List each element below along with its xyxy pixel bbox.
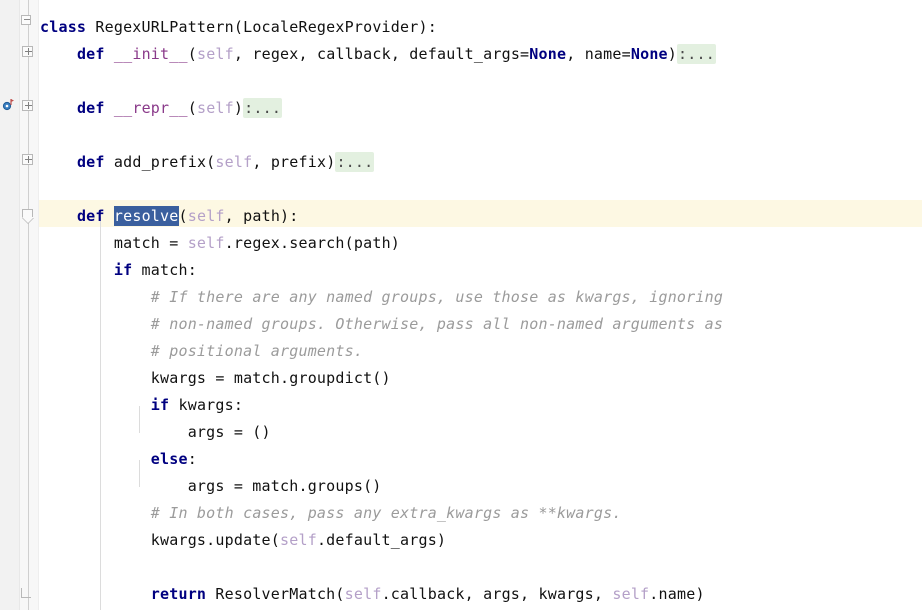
code-line-6[interactable]: def add_prefix(self, prefix):... [40, 149, 375, 176]
token-plain-8-0 [40, 207, 77, 225]
implementing-method-icon[interactable] [2, 97, 16, 111]
token-plain-4-2 [105, 99, 114, 117]
code-line-15[interactable]: if kwargs: [40, 392, 243, 419]
token-plain-6-4: , prefix) [252, 153, 336, 171]
token-fold-2-11[interactable]: :... [677, 44, 716, 64]
token-plain-15-0 [40, 396, 151, 414]
token-self-8-5: self [187, 207, 225, 225]
token-self-2-5: self [196, 45, 234, 63]
code-line-20[interactable]: kwargs.update(self.default_args) [40, 527, 446, 554]
token-sel-8-3[interactable]: resolve [113, 206, 179, 226]
token-kw-10-1: if [113, 261, 133, 279]
code-line-18[interactable]: args = match.groups() [40, 473, 382, 500]
code-line-9[interactable]: match = self.regex.search(path) [40, 230, 400, 257]
token-comment-11-1: # If there are any named groups, use tho… [150, 288, 724, 306]
code-line-1[interactable]: class RegexURLPattern(LocaleRegexProvide… [40, 14, 437, 41]
token-plain-20-0: kwargs.update( [40, 531, 280, 549]
token-fold-6-5[interactable]: :... [335, 152, 375, 172]
token-plain-22-0 [40, 585, 151, 603]
token-comment-13-1: # positional arguments. [150, 342, 364, 360]
code-line-10[interactable]: if match: [40, 257, 197, 284]
token-plain-10-0 [40, 261, 114, 279]
token-cls-1-1: RegexURLPattern [86, 18, 234, 36]
token-plain-10-2: match: [132, 261, 197, 279]
token-self-20-1: self [280, 531, 317, 549]
code-line-2[interactable]: def __init__(self, regex, callback, defa… [40, 41, 716, 68]
token-plain-19-0 [40, 504, 151, 522]
fold-marker-repr[interactable] [21, 99, 36, 114]
token-plain-22-6: .name) [649, 585, 705, 603]
code-line-13[interactable]: # positional arguments. [40, 338, 363, 365]
token-kw-2-7: None [529, 45, 567, 63]
fold-marker-add-prefix[interactable] [21, 153, 36, 168]
token-plain-20-2: .default_args) [316, 531, 447, 549]
token-plain-16-0: args = () [40, 423, 271, 441]
token-kw-1-0: class [40, 18, 87, 36]
token-magic-2-3: __init__ [113, 45, 188, 63]
token-comment-19-1: # In both cases, pass any extra_kwargs a… [150, 504, 622, 522]
token-kw-2-9: None [630, 45, 668, 63]
token-plain-8-6: , path): [224, 207, 299, 225]
code-line-17[interactable]: else: [40, 446, 197, 473]
token-plain-4-6: ) [233, 99, 244, 117]
token-plain-18-0: args = match.groups() [40, 477, 382, 495]
token-self-9-1: self [187, 234, 225, 252]
token-plain-9-2: .regex.search(path) [224, 234, 401, 252]
token-plain-11-0 [40, 288, 151, 306]
code-line-22[interactable]: return ResolverMatch(self.callback, args… [40, 581, 705, 608]
token-plain-15-2: kwargs: [169, 396, 244, 414]
token-plain-2-0 [40, 45, 77, 63]
token-kw-4-1: def [76, 99, 105, 117]
token-plain-6-0 [40, 153, 77, 171]
token-self-22-5: self [612, 585, 650, 603]
token-plain-1-2: (LocaleRegexProvider): [233, 18, 437, 36]
token-comment-12-1: # non-named groups. Otherwise, pass all … [150, 315, 724, 333]
fold-marker-init[interactable] [21, 45, 36, 60]
token-kw-15-1: if [150, 396, 170, 414]
token-plain-9-0: match = [40, 234, 188, 252]
token-plain-17-0 [40, 450, 151, 468]
token-plain-12-0 [40, 315, 151, 333]
token-self-4-5: self [196, 99, 234, 117]
code-line-16[interactable]: args = () [40, 419, 271, 446]
token-plain-2-10: ) [667, 45, 678, 63]
code-editor[interactable]: class RegexURLPattern(LocaleRegexProvide… [0, 0, 922, 610]
code-line-12[interactable]: # non-named groups. Otherwise, pass all … [40, 311, 723, 338]
code-line-14[interactable]: kwargs = match.groupdict() [40, 365, 391, 392]
code-line-8[interactable]: def resolve(self, path): [40, 203, 299, 230]
token-kw-2-1: def [76, 45, 105, 63]
token-plain-4-4: ( [187, 99, 197, 117]
token-plain-2-6: , regex, callback, default_args= [233, 45, 530, 63]
token-kw-6-1: def [76, 153, 105, 171]
token-self-6-3: self [215, 153, 253, 171]
token-kw-22-1: return [150, 585, 207, 603]
token-kw-17-1: else [150, 450, 188, 468]
code-line-19[interactable]: # In both cases, pass any extra_kwargs a… [40, 500, 622, 527]
fold-region-end-marker [21, 588, 34, 601]
token-fold-4-7[interactable]: :... [243, 98, 283, 118]
token-plain-4-0 [40, 99, 77, 117]
token-plain-22-2: ResolverMatch( [206, 585, 345, 603]
fold-marker-resolve[interactable] [21, 207, 36, 224]
token-magic-4-3: __repr__ [113, 99, 188, 117]
code-line-11[interactable]: # If there are any named groups, use tho… [40, 284, 723, 311]
token-plain-6-2: add_prefix( [104, 153, 216, 171]
code-line-4[interactable]: def __repr__(self):... [40, 95, 283, 122]
token-kw-8-1: def [76, 207, 105, 225]
token-plain-2-8: , name= [566, 45, 631, 63]
token-plain-13-0 [40, 342, 151, 360]
token-plain-2-2 [105, 45, 114, 63]
token-plain-14-0: kwargs = match.groupdict() [40, 369, 391, 387]
token-self-22-3: self [344, 585, 382, 603]
token-plain-22-4: .callback, args, kwargs, [381, 585, 613, 603]
token-plain-17-2: : [187, 450, 197, 468]
token-plain-2-4: ( [187, 45, 197, 63]
fold-marker-class[interactable] [21, 14, 34, 27]
token-plain-8-2 [105, 207, 114, 225]
token-plain-8-4: ( [178, 207, 188, 225]
code-text-layer[interactable]: class RegexURLPattern(LocaleRegexProvide… [0, 0, 922, 610]
